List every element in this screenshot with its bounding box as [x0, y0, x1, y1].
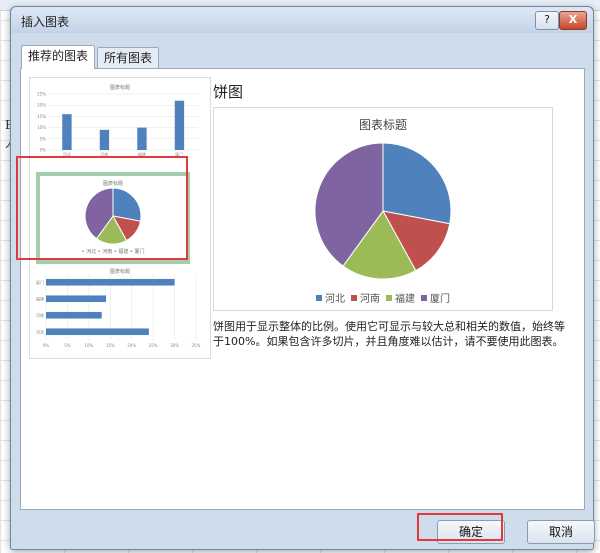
- thumb-category-label: 河南: [100, 151, 108, 157]
- thumb-tick-label: 15%: [37, 114, 46, 119]
- thumb-category-label: 厦门: [36, 279, 44, 285]
- thumb-tick-label: 5%: [40, 136, 47, 141]
- thumbnail-legend: • 河北 • 河南 • 福建 • 厦门: [81, 249, 145, 255]
- thumb-category-label: 福建: [138, 151, 146, 157]
- chart-preview: 图表标题 河北 河南 福建 厦门: [213, 107, 553, 311]
- thumb-category-label: 福建: [36, 295, 44, 301]
- cancel-button[interactable]: 取消: [527, 520, 595, 544]
- legend-swatch: [386, 295, 392, 301]
- recommended-chart-list: 图表标题 0% 5% 10% 15% 20% 25% 河北 河南 福建 厦门 图表标题 • 河北 …: [29, 77, 211, 359]
- chart-description: 饼图用于显示整体的比例。使用它可显示与较大总和相关的数值，始终等于100%。如果…: [213, 320, 565, 348]
- thumbnail-column-chart[interactable]: 图表标题 0% 5% 10% 15% 20% 25% 河北 河南 福建 厦门: [30, 78, 210, 166]
- legend-swatch: [316, 295, 322, 301]
- thumb-tick-label: 10%: [84, 343, 93, 348]
- help-button[interactable]: ?: [535, 11, 559, 30]
- legend-item: 厦门: [421, 290, 450, 305]
- tab-recommended-charts[interactable]: 推荐的图表: [21, 45, 96, 69]
- column-chart-graphic: 0% 5% 10% 15% 20% 25% 河北 河南 福建 厦门: [37, 92, 198, 157]
- ok-button[interactable]: 确定: [437, 520, 505, 544]
- legend-label: 福建: [395, 294, 415, 305]
- chart-legend: 河北 河南 福建 厦门: [214, 290, 552, 305]
- dialog-titlebar[interactable]: 插入图表 ? X: [11, 7, 593, 33]
- thumb-column: [99, 129, 110, 150]
- dialog-title: 插入图表: [21, 15, 70, 29]
- close-button[interactable]: X: [559, 11, 587, 30]
- thumb-tick-label: 15%: [106, 343, 115, 348]
- thumb-tick-label: 20%: [127, 343, 136, 348]
- thumb-tick-label: 5%: [64, 343, 71, 348]
- thumb-tick-label: 30%: [170, 343, 179, 348]
- bar-chart-graphic: 0% 5% 10% 15% 20% 25% 30% 35% 厦门福建河南河北: [36, 274, 201, 348]
- preview-heading: 饼图: [213, 83, 244, 101]
- thumb-bar: [46, 295, 106, 303]
- thumb-column: [137, 127, 147, 150]
- legend-item: 河南: [351, 290, 380, 305]
- legend-label: 河北: [325, 294, 345, 305]
- thumb-pie-slice-0: [112, 187, 142, 222]
- thumbnail-pie-chart[interactable]: 图表标题 • 河北 • 河南 • 福建 • 厦门: [36, 172, 190, 264]
- thumb-tick-label: 20%: [37, 103, 46, 108]
- legend-label: 厦门: [430, 294, 450, 305]
- thumb-tick-label: 0%: [43, 343, 50, 348]
- legend-label: 河南: [360, 294, 380, 305]
- thumb-tick-label: 25%: [37, 92, 46, 97]
- thumb-tick-label: 35%: [192, 343, 201, 348]
- tab-panel: 图表标题 0% 5% 10% 15% 20% 25% 河北 河南 福建 厦门 图表标题 • 河北 …: [20, 68, 585, 510]
- thumb-column: [174, 100, 185, 150]
- insert-chart-dialog: 插入图表 ? X 推荐的图表 所有图表 图表标题 0% 5% 10% 15% 20% 25…: [10, 6, 595, 550]
- pie-chart: [314, 142, 452, 280]
- thumb-bar: [46, 328, 149, 336]
- legend-item: 福建: [386, 290, 415, 305]
- legend-item: 河北: [316, 290, 345, 305]
- thumb-tick-label: 25%: [149, 343, 158, 348]
- thumb-column: [62, 114, 72, 150]
- pie-slice-0: [382, 142, 452, 225]
- thumb-bar: [46, 311, 102, 319]
- legend-swatch: [351, 295, 357, 301]
- thumb-tick-label: 10%: [37, 125, 46, 130]
- thumb-category-label: 河北: [63, 151, 71, 157]
- thumb-bar: [46, 278, 175, 286]
- thumb-tick-label: 0%: [40, 148, 47, 153]
- thumb-category-label: 河南: [36, 312, 44, 318]
- thumbnail-bar-chart[interactable]: 图表标题 0% 5% 10% 15% 20% 25% 30% 35% 厦门 福建 河南 河北: [30, 266, 210, 358]
- thumb-category-label: 河北: [36, 328, 44, 334]
- tab-all-charts[interactable]: 所有图表: [97, 47, 160, 68]
- legend-swatch: [421, 295, 427, 301]
- thumb-category-label: 厦门: [175, 151, 183, 157]
